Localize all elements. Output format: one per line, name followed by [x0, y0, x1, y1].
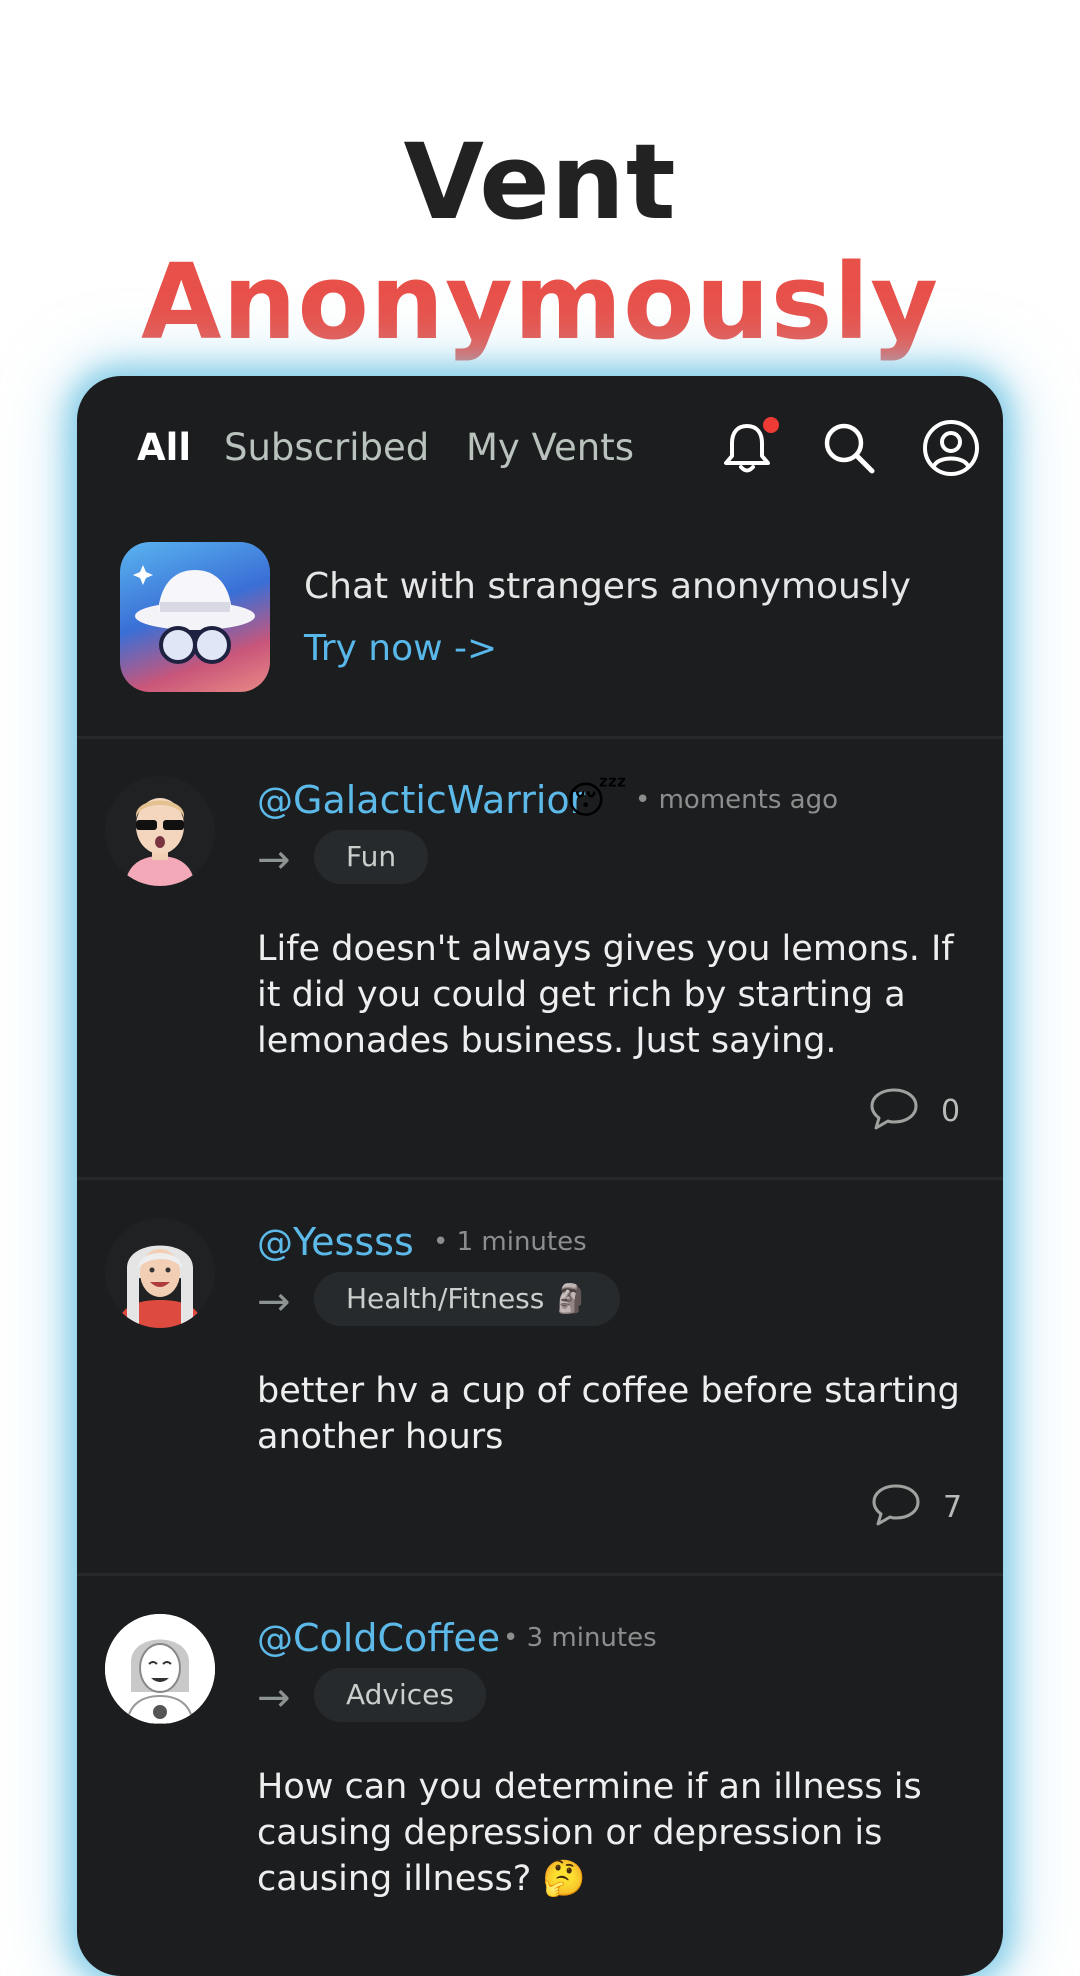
tab-subscribed[interactable]: Subscribed — [224, 424, 429, 472]
app-screen: All Subscribed My Vents Chat with strang… — [77, 376, 1003, 1976]
at-sign: @ — [257, 1619, 293, 1660]
comment-bubble-icon[interactable] — [870, 1482, 922, 1528]
divider — [77, 1573, 1003, 1576]
avatar[interactable] — [105, 776, 215, 886]
post-username[interactable]: @Yessss — [257, 1218, 414, 1268]
at-sign: @ — [257, 1223, 293, 1264]
right-arrow: → — [257, 837, 291, 883]
top-bar: All Subscribed My Vents — [77, 376, 1003, 516]
tab-all[interactable]: All — [137, 424, 191, 472]
post-body[interactable]: Life doesn't always gives you lemons. If… — [257, 926, 977, 1064]
right-arrow: → — [257, 1675, 291, 1721]
username-text: Yessss — [293, 1220, 414, 1264]
username-text: GalacticWarrior — [293, 778, 586, 822]
right-arrow: → — [257, 1279, 291, 1325]
page-headline: Vent Anonymously — [0, 122, 1080, 362]
comment-count: 0 — [941, 1094, 961, 1129]
comment-count: 7 — [943, 1490, 963, 1525]
category-chip[interactable]: Health/Fitness 🗿 — [314, 1272, 621, 1326]
post-time: • 1 minutes — [433, 1227, 587, 1257]
notification-dot — [763, 417, 779, 433]
post-time: • 3 minutes — [503, 1623, 657, 1653]
headline-word-vent: Vent — [403, 121, 677, 243]
divider — [77, 1177, 1003, 1180]
category-chip[interactable]: Fun — [314, 830, 429, 884]
tab-my-vents[interactable]: My Vents — [466, 424, 634, 472]
at-sign: @ — [257, 781, 293, 822]
category-chip[interactable]: Advices — [314, 1668, 486, 1722]
divider — [77, 736, 1003, 739]
post-username[interactable]: @ColdCoffee — [257, 1614, 500, 1664]
post-time: • moments ago — [635, 785, 838, 815]
mood-emoji: 😴 — [566, 778, 627, 822]
search-icon[interactable] — [819, 418, 879, 478]
username-text: ColdCoffee — [293, 1616, 501, 1660]
post-body[interactable]: better hv a cup of coffee before startin… — [257, 1368, 977, 1460]
headline-word-anonymously: Anonymously — [140, 241, 939, 363]
avatar[interactable] — [105, 1614, 215, 1724]
incognito-app-icon[interactable] — [120, 542, 270, 692]
promo-title: Chat with strangers anonymously — [304, 566, 911, 607]
avatar[interactable] — [105, 1218, 215, 1328]
promo-try-now-link[interactable]: Try now -> — [304, 626, 497, 672]
account-circle-icon[interactable] — [921, 418, 981, 478]
post-body[interactable]: How can you determine if an illness is c… — [257, 1764, 977, 1902]
post-username[interactable]: @GalacticWarrior — [257, 776, 585, 826]
comment-bubble-icon[interactable] — [868, 1086, 920, 1132]
